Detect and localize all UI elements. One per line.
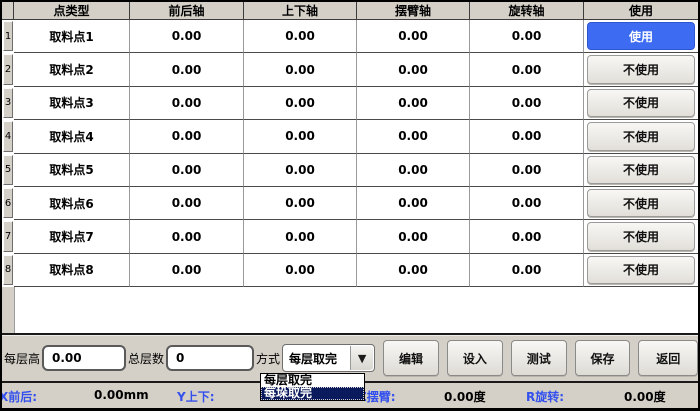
point-teach-screen: 点类型 前后轴 上下轴 摆臂轴 旋转轴 使用 1 取料点1 0.00 0.00 … (0, 0, 700, 411)
row-number: 7 (3, 221, 13, 251)
layer-height-input[interactable] (42, 345, 126, 371)
table-row: 4 取料点4 0.00 0.00 0.00 0.00 不使用 (2, 120, 698, 153)
header-front-back-axis: 前后轴 (130, 2, 244, 20)
table-row: 5 取料点5 0.00 0.00 0.00 0.00 不使用 (2, 154, 698, 187)
cell-rotate[interactable]: 0.00 (470, 20, 584, 53)
cell-front-back[interactable]: 0.00 (130, 53, 244, 86)
cell-swing[interactable]: 0.00 (357, 187, 470, 220)
row-number: 3 (3, 88, 13, 118)
mode-dropdown[interactable]: 每层取完 ▼ (282, 344, 375, 372)
status-y-label: Y上下: (177, 388, 215, 405)
mode-label: 方式 (256, 350, 280, 367)
header-up-down-axis: 上下轴 (244, 2, 357, 20)
status-r-label: R旋转: (526, 388, 564, 405)
cell-up-down[interactable]: 0.00 (244, 87, 357, 120)
header-point-type: 点类型 (14, 2, 130, 20)
layer-height-label: 每层高 (4, 350, 40, 367)
cell-rotate[interactable]: 0.00 (470, 120, 584, 153)
use-toggle-button[interactable]: 不使用 (587, 256, 695, 284)
use-toggle-button[interactable]: 不使用 (587, 122, 695, 150)
cell-front-back[interactable]: 0.00 (130, 87, 244, 120)
cell-swing[interactable]: 0.00 (357, 87, 470, 120)
table-row: 7 取料点7 0.00 0.00 0.00 0.00 不使用 (2, 220, 698, 253)
cell-rotate[interactable]: 0.00 (470, 254, 584, 287)
row-number: 4 (3, 121, 13, 151)
cell-rotate[interactable]: 0.00 (470, 87, 584, 120)
cell-swing[interactable]: 0.00 (357, 20, 470, 53)
cell-point-type[interactable]: 取料点7 (14, 220, 130, 253)
header-rotate-axis: 旋转轴 (470, 2, 584, 20)
use-toggle-button[interactable]: 不使用 (587, 156, 695, 184)
back-button[interactable]: 返回 (638, 340, 698, 376)
row-number: 6 (3, 188, 13, 218)
cell-swing[interactable]: 0.00 (357, 53, 470, 86)
cell-rotate[interactable]: 0.00 (470, 53, 584, 86)
cell-up-down[interactable]: 0.00 (244, 154, 357, 187)
status-z-value: 0.00度 (444, 388, 486, 405)
table-header: 点类型 前后轴 上下轴 摆臂轴 旋转轴 使用 (2, 2, 698, 20)
row-number: 2 (3, 54, 13, 84)
header-corner (2, 2, 14, 20)
cell-point-type[interactable]: 取料点1 (14, 20, 130, 53)
cell-swing[interactable]: 0.00 (357, 254, 470, 287)
test-button[interactable]: 测试 (511, 340, 567, 376)
cell-rotate[interactable]: 0.00 (470, 154, 584, 187)
cell-up-down[interactable]: 0.00 (244, 120, 357, 153)
cell-front-back[interactable]: 0.00 (130, 187, 244, 220)
status-x-label: X前后: (0, 388, 37, 405)
table-row: 8 取料点8 0.00 0.00 0.00 0.00 不使用 (2, 254, 698, 287)
table-empty-area (2, 287, 698, 333)
total-layers-label: 总层数 (128, 350, 164, 367)
cell-point-type[interactable]: 取料点4 (14, 120, 130, 153)
save-button[interactable]: 保存 (575, 340, 631, 376)
use-toggle-button[interactable]: 使用 (587, 22, 695, 50)
total-layers-input[interactable] (166, 345, 254, 371)
cell-front-back[interactable]: 0.00 (130, 120, 244, 153)
mode-option-highlighted[interactable]: 每垛取完 (261, 387, 364, 400)
table-row: 1 取料点1 0.00 0.00 0.00 0.00 使用 (2, 20, 698, 53)
use-toggle-button[interactable]: 不使用 (587, 222, 695, 250)
cell-swing[interactable]: 0.00 (357, 220, 470, 253)
cell-front-back[interactable]: 0.00 (130, 254, 244, 287)
mode-dropdown-value: 每层取完 (283, 350, 337, 367)
header-use: 使用 (584, 2, 698, 20)
mode-option[interactable]: 每层取完 (261, 374, 364, 387)
edit-button[interactable]: 编辑 (383, 340, 439, 376)
mode-dropdown-list: 每层取完 每垛取完 (260, 373, 365, 401)
cell-up-down[interactable]: 0.00 (244, 254, 357, 287)
cell-swing[interactable]: 0.00 (357, 120, 470, 153)
use-toggle-button[interactable]: 不使用 (587, 189, 695, 217)
chevron-down-icon[interactable]: ▼ (350, 346, 373, 370)
cell-point-type[interactable]: 取料点5 (14, 154, 130, 187)
row-number: 5 (3, 155, 13, 185)
row-gutter-strip (2, 287, 15, 333)
row-number: 8 (3, 255, 13, 285)
cell-point-type[interactable]: 取料点6 (14, 187, 130, 220)
cell-up-down[interactable]: 0.00 (244, 220, 357, 253)
cell-point-type[interactable]: 取料点3 (14, 87, 130, 120)
cell-rotate[interactable]: 0.00 (470, 220, 584, 253)
table-row: 6 取料点6 0.00 0.00 0.00 0.00 不使用 (2, 187, 698, 220)
use-toggle-button[interactable]: 不使用 (587, 89, 695, 117)
status-x-value: 0.00mm (94, 388, 149, 402)
header-swing-axis: 摆臂轴 (357, 2, 470, 20)
cell-up-down[interactable]: 0.00 (244, 20, 357, 53)
cell-swing[interactable]: 0.00 (357, 154, 470, 187)
row-number: 1 (3, 21, 13, 51)
table-row: 3 取料点3 0.00 0.00 0.00 0.00 不使用 (2, 87, 698, 120)
cell-front-back[interactable]: 0.00 (130, 154, 244, 187)
cell-up-down[interactable]: 0.00 (244, 187, 357, 220)
status-r-value: 0.00度 (624, 388, 666, 405)
use-toggle-button[interactable]: 不使用 (587, 55, 695, 83)
table-row: 2 取料点2 0.00 0.00 0.00 0.00 不使用 (2, 53, 698, 86)
cell-point-type[interactable]: 取料点2 (14, 53, 130, 86)
cell-rotate[interactable]: 0.00 (470, 187, 584, 220)
set-button[interactable]: 设入 (447, 340, 503, 376)
cell-front-back[interactable]: 0.00 (130, 20, 244, 53)
cell-up-down[interactable]: 0.00 (244, 53, 357, 86)
cell-point-type[interactable]: 取料点8 (14, 254, 130, 287)
cell-front-back[interactable]: 0.00 (130, 220, 244, 253)
